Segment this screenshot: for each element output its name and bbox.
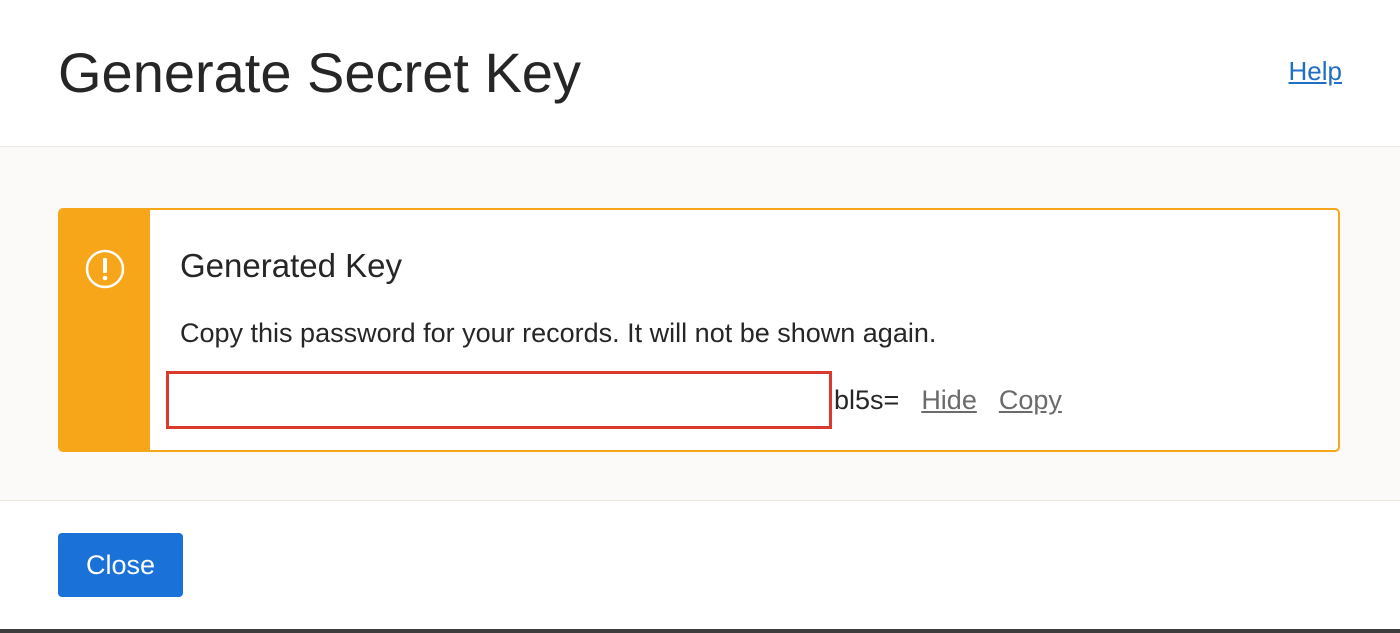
window-bottom-edge bbox=[0, 629, 1400, 633]
close-button[interactable]: Close bbox=[58, 533, 183, 597]
exclamation-circle-icon bbox=[85, 249, 125, 289]
generated-key-alert: Generated Key Copy this password for you… bbox=[58, 208, 1340, 452]
secret-key-value bbox=[166, 371, 832, 429]
copy-key-link[interactable]: Copy bbox=[999, 385, 1062, 416]
hide-key-link[interactable]: Hide bbox=[921, 385, 977, 416]
dialog-footer: Close bbox=[0, 501, 1400, 629]
key-row: bl5s= Hide Copy bbox=[166, 370, 1062, 430]
dialog-header: Generate Secret Key Help bbox=[0, 0, 1400, 147]
alert-stripe bbox=[60, 210, 150, 450]
dialog-body: Generated Key Copy this password for you… bbox=[0, 147, 1400, 501]
help-link[interactable]: Help bbox=[1289, 56, 1342, 87]
alert-title: Generated Key bbox=[180, 247, 402, 284]
page-title: Generate Secret Key bbox=[58, 41, 581, 104]
alert-message: Copy this password for your records. It … bbox=[180, 318, 937, 348]
secret-key-suffix: bl5s= bbox=[834, 384, 900, 415]
